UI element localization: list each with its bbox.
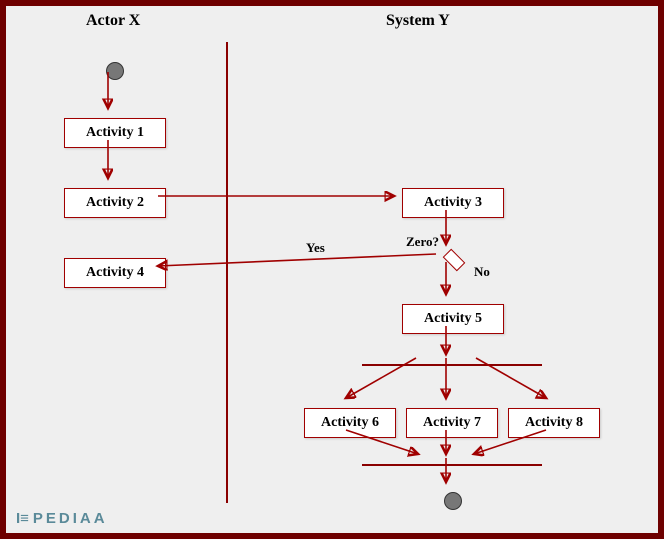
activity-4: Activity 4	[64, 258, 166, 288]
fork-bar	[362, 364, 542, 366]
diagram-frame: Actor X System Y Activity 1 Activity 2 A…	[0, 0, 664, 539]
join-bar	[362, 464, 542, 466]
activity-1: Activity 1	[64, 118, 166, 148]
decision-diamond	[443, 249, 466, 272]
activity-8: Activity 8	[508, 408, 600, 438]
decision-label: Zero?	[406, 234, 439, 250]
activity-5: Activity 5	[402, 304, 504, 334]
lane-title-system: System Y	[386, 12, 450, 30]
start-node	[106, 62, 124, 80]
swimlane-divider	[226, 42, 228, 503]
decision-no: No	[474, 264, 490, 280]
lane-title-actor: Actor X	[86, 12, 140, 30]
decision-yes: Yes	[306, 240, 325, 256]
activity-3: Activity 3	[402, 188, 504, 218]
activity-6: Activity 6	[304, 408, 396, 438]
end-node	[444, 492, 462, 510]
watermark: I≡PEDIAA	[16, 510, 108, 527]
activity-2: Activity 2	[64, 188, 166, 218]
activity-7: Activity 7	[406, 408, 498, 438]
